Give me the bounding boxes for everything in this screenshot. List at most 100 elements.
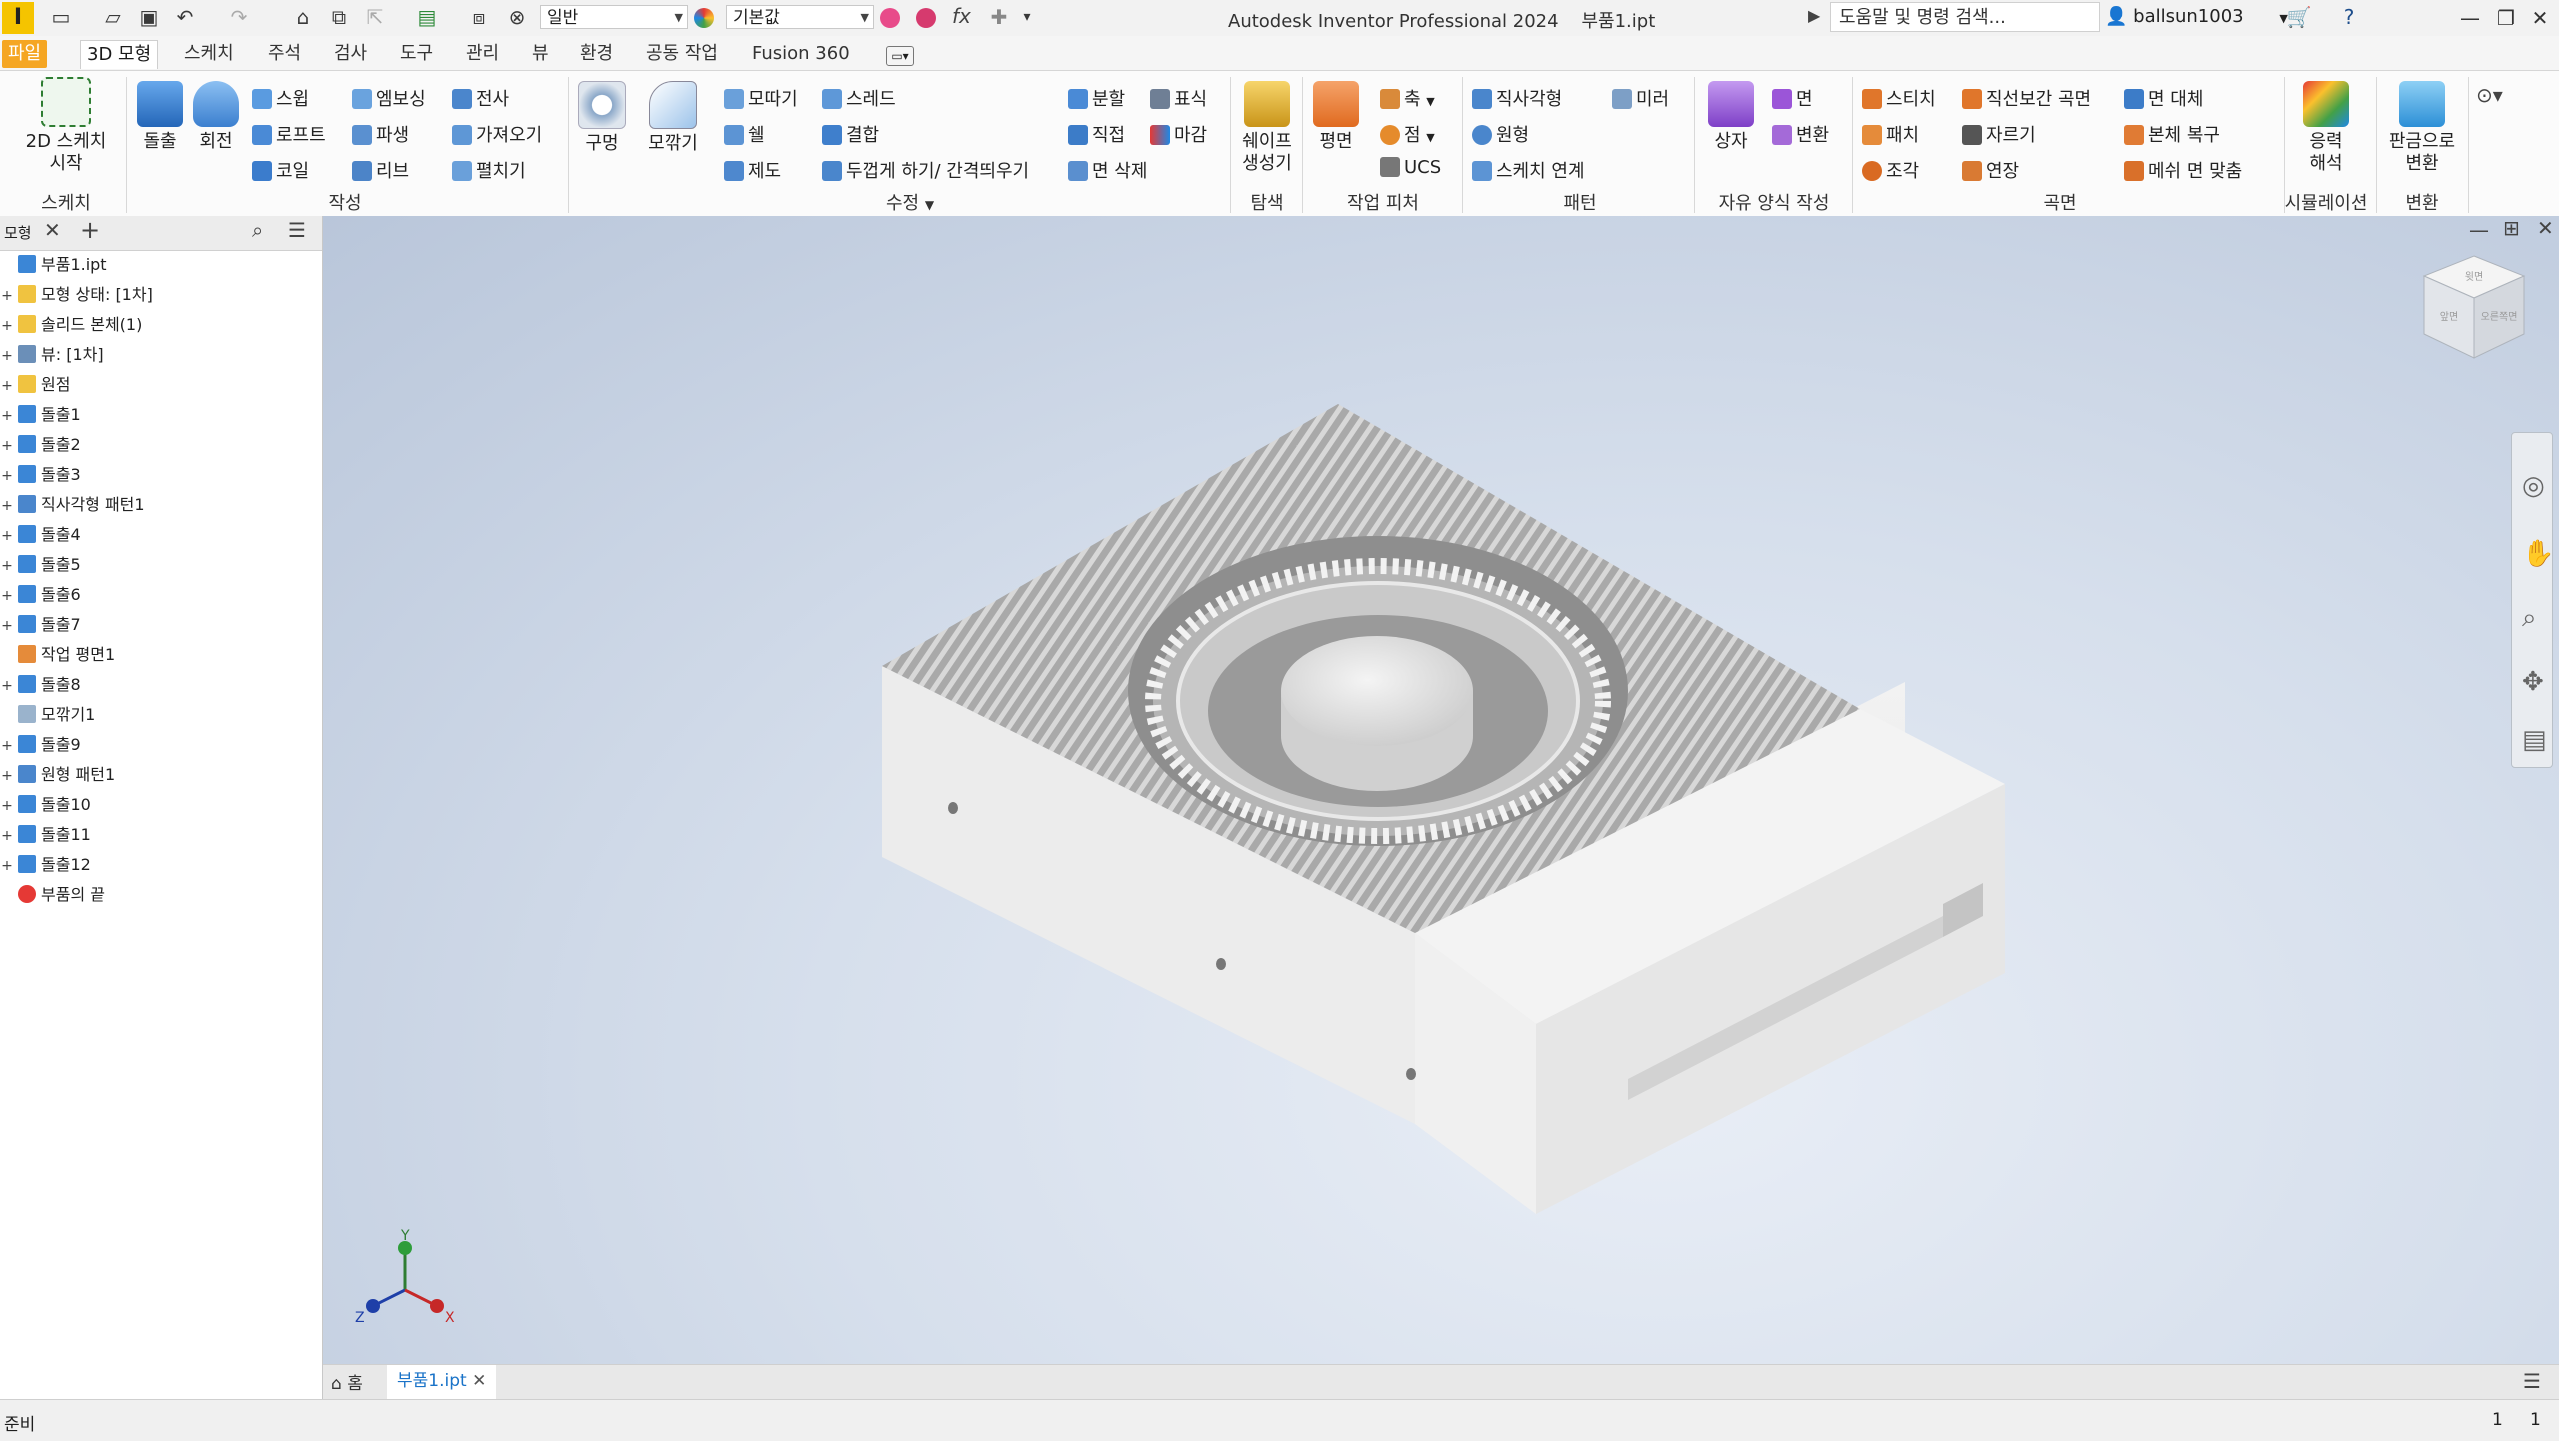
loft-button[interactable]: 로프트 — [252, 121, 326, 147]
document-tab-active[interactable]: 부품1.ipt ✕ — [387, 1365, 497, 1402]
replace-face-button[interactable]: 면 대체 — [2124, 85, 2203, 111]
browser-tree-item[interactable]: + 돌출4 — [0, 520, 81, 550]
thread-button[interactable]: 스레드 — [822, 85, 896, 111]
browser-tree-item[interactable]: + 돌출6 — [0, 580, 81, 610]
expand-icon[interactable]: + — [0, 431, 14, 461]
save-icon[interactable]: ▣ — [136, 4, 162, 30]
browser-tree-item[interactable]: + 돌출5 — [0, 550, 81, 580]
sculpt-button[interactable]: 조각 — [1862, 157, 1919, 183]
viewcube[interactable]: 윗면 앞면 오른쪽면 — [2409, 246, 2539, 376]
browser-tree-item[interactable]: + 모형 상태: [1차] — [0, 280, 153, 310]
menu-icon[interactable]: ☰ — [288, 218, 306, 242]
point-button[interactable]: 점 ▼ — [1380, 121, 1435, 147]
expand-icon[interactable]: + — [0, 851, 14, 881]
fillet-button[interactable]: 모깎기 — [638, 81, 708, 155]
tab-3d-model[interactable]: 3D 모형 — [80, 40, 159, 69]
browser-tree-item[interactable]: + 돌출8 — [0, 670, 81, 700]
browser-tree-item[interactable]: 부품의 끝 — [0, 880, 105, 910]
appearance-dropdown[interactable]: 일반 ▼ — [540, 5, 688, 29]
help-search-input[interactable]: 도움말 및 명령 검색... — [1830, 2, 2100, 32]
browser-tree-item[interactable]: + 돌출11 — [0, 820, 91, 850]
expand-icon[interactable]: + — [0, 671, 14, 701]
coil-button[interactable]: 코일 — [252, 157, 309, 183]
direct-button[interactable]: 직접 — [1068, 121, 1125, 147]
pan-icon[interactable]: ✋ — [2522, 539, 2554, 569]
tab-fusion-360[interactable]: Fusion 360 — [746, 40, 856, 68]
browser-tree-item[interactable]: + 원형 패턴1 — [0, 760, 115, 790]
expand-icon[interactable]: + — [0, 371, 14, 401]
browser-tree-item[interactable]: + 돌출3 — [0, 460, 81, 490]
browser-tree-item[interactable]: + 원점 — [0, 370, 70, 400]
color-wheel-icon[interactable] — [694, 8, 714, 28]
browser-tree-item[interactable]: 부품1.ipt — [0, 250, 107, 280]
combine-button[interactable]: 결합 — [822, 121, 879, 147]
browser-tree-item[interactable]: 작업 평면1 — [0, 640, 115, 670]
tab-tools[interactable]: 도구 — [394, 40, 439, 68]
customize-chevron-icon[interactable]: ▾ — [1014, 4, 1040, 30]
mirror-button[interactable]: 미러 — [1612, 85, 1669, 111]
tab-view[interactable]: 뷰 — [526, 40, 555, 68]
projects-icon[interactable]: ⧉ — [326, 4, 352, 30]
draft-button[interactable]: 제도 — [724, 157, 781, 183]
decal-button[interactable]: 전사 — [452, 85, 509, 111]
browser-tree-item[interactable]: + 돌출7 — [0, 610, 81, 640]
face-button[interactable]: 면 — [1772, 85, 1813, 111]
ribbon-display-icon[interactable]: ▭▾ — [886, 46, 914, 66]
zoom-icon[interactable]: ⌕ — [2522, 603, 2537, 634]
convert-to-sheet-metal-button[interactable]: 판금으로 변환 — [2380, 81, 2464, 175]
extrude-button[interactable]: 돌출 — [132, 81, 188, 153]
expand-icon[interactable]: + — [0, 461, 14, 491]
expand-icon[interactable]: + — [0, 791, 14, 821]
circular-pattern-button[interactable]: 원형 — [1472, 121, 1529, 147]
browser-tree-item[interactable]: 모깎기1 — [0, 700, 95, 730]
expand-icon[interactable]: + — [0, 761, 14, 791]
orbit-icon[interactable]: ✥ — [2522, 667, 2544, 697]
select-icon[interactable]: ⇱ — [362, 4, 388, 30]
expand-icon[interactable]: + — [0, 731, 14, 761]
sketch-driven-pattern-button[interactable]: 스케치 연계 — [1472, 157, 1585, 183]
add-browser-icon[interactable]: + — [80, 216, 100, 244]
tab-inspect[interactable]: 검사 — [328, 40, 373, 68]
plus-icon[interactable]: ✚ — [986, 4, 1012, 30]
patch-button[interactable]: 패치 — [1862, 121, 1919, 147]
group-label-modify[interactable]: 수정 ▼ — [860, 189, 960, 215]
undo-icon[interactable]: ↶ — [172, 4, 198, 30]
plane-button[interactable]: 평면 — [1306, 81, 1366, 153]
emboss-button[interactable]: 엠보싱 — [352, 85, 426, 111]
rib-button[interactable]: 리브 — [352, 157, 409, 183]
expand-icon[interactable]: + — [0, 551, 14, 581]
help-icon[interactable]: ? — [2336, 4, 2362, 30]
steering-wheel-icon[interactable]: ◎ — [2522, 471, 2545, 501]
thicken-offset-button[interactable]: 두껍게 하기/ 간격띄우기 — [822, 157, 1029, 183]
chamfer-button[interactable]: 모따기 — [724, 85, 798, 111]
expand-icon[interactable]: + — [0, 281, 14, 311]
browser-tree-item[interactable]: + 직사각형 패턴1 — [0, 490, 145, 520]
search-icon[interactable]: ⌕ — [252, 218, 263, 242]
extend-button[interactable]: 연장 — [1962, 157, 2019, 183]
expand-icon[interactable]: + — [0, 401, 14, 431]
expand-icon[interactable]: + — [0, 611, 14, 641]
tab-manage[interactable]: 관리 — [460, 40, 505, 68]
revolve-button[interactable]: 회전 — [188, 81, 244, 153]
rectangular-pattern-button[interactable]: 직사각형 — [1472, 85, 1562, 111]
open-folder-icon[interactable]: ▱ — [100, 4, 126, 30]
tab-file[interactable]: 파일 — [2, 40, 48, 68]
browser-tree-item[interactable]: + 솔리드 본체(1) — [0, 310, 142, 340]
start-2d-sketch-button[interactable]: 2D 스케치 시작 — [16, 77, 116, 175]
derive-button[interactable]: 파생 — [352, 121, 409, 147]
shell-button[interactable]: 쉘 — [724, 121, 765, 147]
delete-face-button[interactable]: 면 삭제 — [1068, 157, 1147, 183]
mark-button[interactable]: 표식 — [1150, 85, 1207, 111]
browser-tree-item[interactable]: + 돌출9 — [0, 730, 81, 760]
clear-appearance-icon[interactable] — [916, 8, 936, 28]
unwrap-button[interactable]: 펼치기 — [452, 157, 526, 183]
ribbon-options-icon[interactable]: ⊙▾ — [2476, 83, 2503, 107]
tab-annotate[interactable]: 주석 — [262, 40, 307, 68]
adjust-icon[interactable]: ⊗ — [504, 4, 530, 30]
split-button[interactable]: 분할 — [1068, 85, 1125, 111]
trim-button[interactable]: 자르기 — [1962, 121, 2036, 147]
browser-tab-model[interactable]: 모형 — [4, 222, 32, 243]
parameters-fx-icon[interactable]: fx — [952, 4, 971, 28]
close-window-button[interactable]: ✕ — [2520, 3, 2559, 33]
browser-tree-item[interactable]: + 돌출12 — [0, 850, 91, 880]
